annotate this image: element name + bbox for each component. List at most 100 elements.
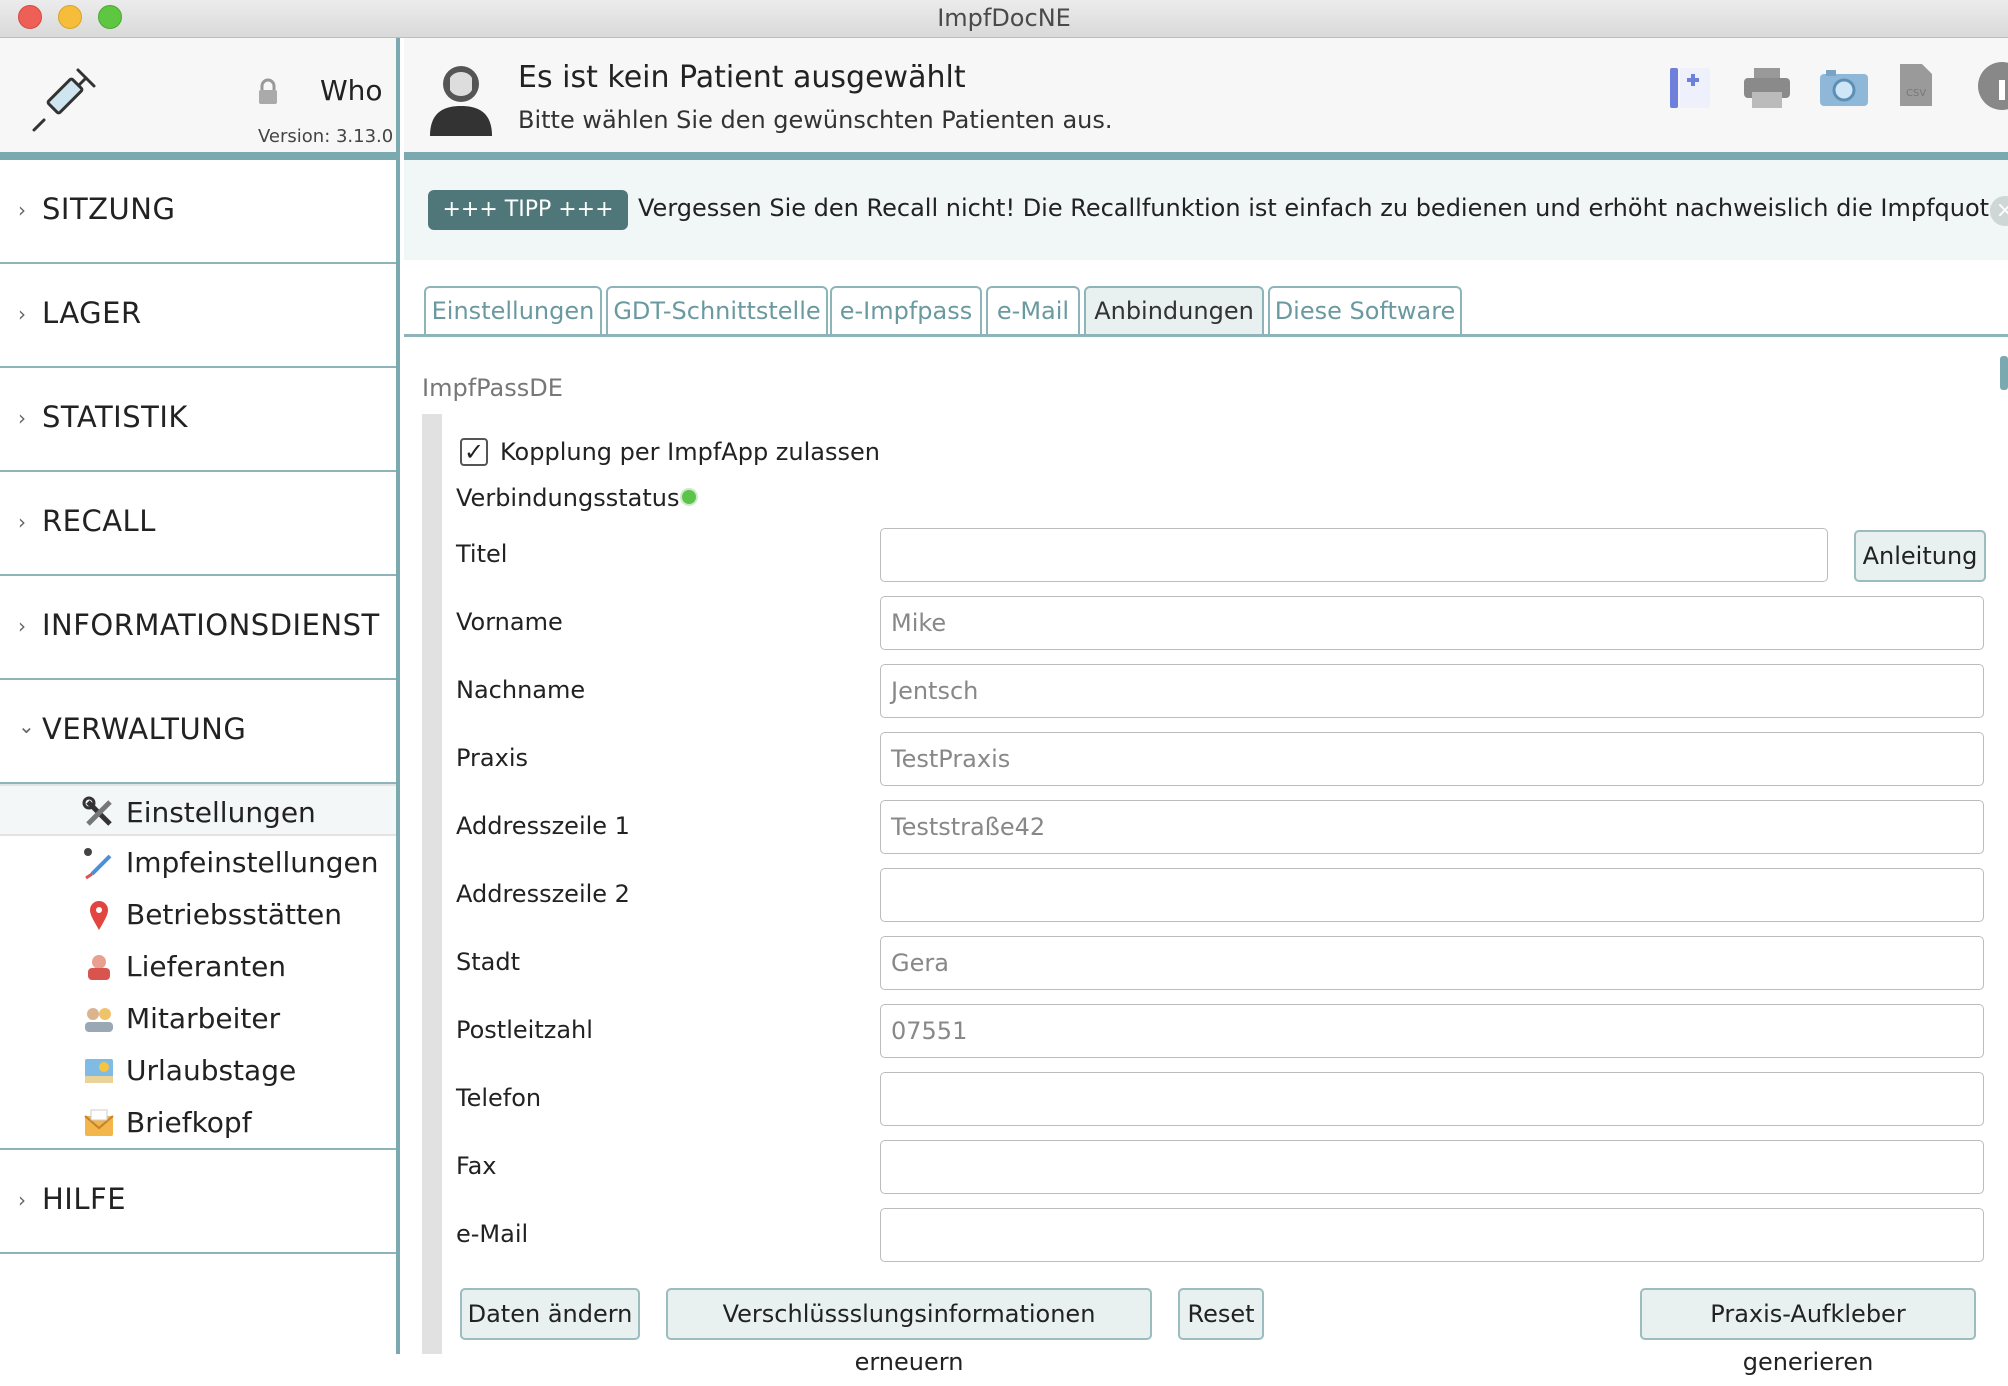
checkbox-label: Kopplung per ImpfApp zulassen bbox=[500, 438, 880, 466]
chevron-right-icon: › bbox=[18, 406, 26, 430]
window-title: ImpfDocNE bbox=[937, 4, 1071, 32]
nav-section-statistik[interactable]: › STATISTIK bbox=[0, 368, 396, 472]
sidebar-item-briefkopf[interactable]: Briefkopf bbox=[0, 1096, 396, 1148]
field-label-stadt: Stadt bbox=[456, 948, 520, 976]
sidebar-item-label: Urlaubstage bbox=[126, 1054, 297, 1087]
sidebar-item-mitarbeiter[interactable]: Mitarbeiter bbox=[0, 992, 396, 1044]
sidebar-item-impfeinstellungen[interactable]: Impfeinstellungen bbox=[0, 836, 396, 888]
nav-section-label: RECALL bbox=[42, 504, 156, 538]
sidebar-item-einstellungen[interactable]: Einstellungen bbox=[0, 784, 396, 836]
tab-e-mail[interactable]: e-Mail bbox=[986, 286, 1080, 336]
field-label-vorname: Vorname bbox=[456, 608, 563, 636]
field-label-addresszeile-1: Addresszeile 1 bbox=[456, 812, 630, 840]
field-label-praxis: Praxis bbox=[456, 744, 528, 772]
syringe-logo-icon bbox=[32, 68, 96, 132]
nav-section-lager[interactable]: › LAGER bbox=[0, 264, 396, 368]
info-icon[interactable] bbox=[1976, 60, 2008, 110]
vorname-field[interactable]: Mike bbox=[880, 596, 1984, 650]
sidebar-item-label: Lieferanten bbox=[126, 950, 287, 983]
praxis-field[interactable]: TestPraxis bbox=[880, 732, 1984, 786]
syringe-settings-icon bbox=[84, 848, 112, 880]
csv-icon[interactable]: CSV bbox=[1898, 62, 1934, 108]
tip-badge: +++ TIPP +++ bbox=[428, 190, 628, 230]
sidebar-item-label: Einstellungen bbox=[126, 796, 316, 829]
nav-section-label: HILFE bbox=[42, 1182, 127, 1216]
location-pin-icon bbox=[90, 901, 108, 930]
camera-icon[interactable] bbox=[1818, 68, 1870, 108]
renew-encryption-button[interactable]: Verschlüssslungsinformationen erneuern bbox=[666, 1288, 1152, 1376]
nav-section-recall[interactable]: › RECALL bbox=[0, 472, 396, 576]
supplier-icon bbox=[88, 955, 110, 980]
nav-section-label: VERWALTUNG bbox=[42, 712, 247, 746]
tab-gdt-schnittstelle[interactable]: GDT-Schnittstelle bbox=[606, 286, 828, 336]
nav-section-sitzung[interactable]: › SITZUNG bbox=[0, 160, 396, 264]
scrollbar-thumb[interactable] bbox=[2000, 356, 2008, 390]
sidebar-item-label: Betriebsstätten bbox=[126, 898, 342, 931]
sidebar-item-label: Impfeinstellungen bbox=[126, 846, 379, 879]
tab-anbindungen[interactable]: Anbindungen bbox=[1084, 286, 1264, 336]
divider bbox=[0, 152, 400, 160]
nav-section-label: SITZUNG bbox=[42, 192, 176, 226]
user-name: Who bbox=[320, 74, 383, 107]
chevron-right-icon: › bbox=[18, 198, 26, 222]
reset-button[interactable]: Reset bbox=[1178, 1288, 1264, 1340]
chevron-right-icon: › bbox=[18, 510, 26, 534]
sidebar-item-urlaubstage[interactable]: Urlaubstage bbox=[0, 1044, 396, 1096]
field-label-titel: Titel bbox=[456, 540, 508, 568]
patient-subtitle: Bitte wählen Sie den gewünschten Patient… bbox=[518, 106, 1113, 134]
tab-underline bbox=[404, 334, 2008, 337]
window-titlebar: ImpfDocNE bbox=[0, 0, 2008, 38]
patient-title: Es ist kein Patient ausgewählt bbox=[518, 60, 966, 95]
version-label: Version: 3.13.0 bbox=[258, 126, 394, 147]
patient-header: Es ist kein Patient ausgewählt Bitte wäh… bbox=[404, 38, 2008, 152]
nav-section-label: INFORMATIONSDIENST bbox=[42, 608, 380, 642]
nav-section-hilfe[interactable]: › HILFE bbox=[0, 1150, 396, 1254]
anleitung-button[interactable]: Anleitung bbox=[1854, 530, 1986, 582]
field-label-fax: Fax bbox=[456, 1152, 497, 1180]
postleitzahl-field[interactable]: 07551 bbox=[880, 1004, 1984, 1058]
staff-icon bbox=[85, 1008, 113, 1032]
brand-area: Who Version: 3.13.0 bbox=[0, 38, 396, 152]
e-mail-field[interactable] bbox=[880, 1208, 1984, 1262]
svg-text:CSV: CSV bbox=[1906, 88, 1926, 99]
sidebar-item-label: Briefkopf bbox=[126, 1106, 252, 1139]
field-label-addresszeile-2: Addresszeile 2 bbox=[456, 880, 630, 908]
addresszeile-2-field[interactable] bbox=[880, 868, 1984, 922]
telefon-field[interactable] bbox=[880, 1072, 1984, 1126]
lock-icon[interactable] bbox=[256, 78, 280, 106]
praxis-aufkleber-button[interactable]: Praxis-Aufkleber generieren bbox=[1640, 1288, 1976, 1376]
divider bbox=[404, 152, 2008, 160]
chevron-down-icon: ⌄ bbox=[18, 714, 35, 738]
nav-section-label: LAGER bbox=[42, 296, 142, 330]
nav-section-informationsdienst[interactable]: › INFORMATIONSDIENST bbox=[0, 576, 396, 680]
section-title: ImpfPassDE bbox=[422, 374, 563, 402]
nachname-field[interactable]: Jentsch bbox=[880, 664, 1984, 718]
sidebar-item-label: Mitarbeiter bbox=[126, 1002, 281, 1035]
field-label-postleitzahl: Postleitzahl bbox=[456, 1016, 593, 1044]
chevron-right-icon: › bbox=[18, 1188, 26, 1212]
vacation-icon bbox=[85, 1059, 113, 1083]
field-label-e-mail: e-Mail bbox=[456, 1220, 529, 1248]
nav-section-label: STATISTIK bbox=[42, 400, 188, 434]
field-label-nachname: Nachname bbox=[456, 676, 586, 704]
sidebar-item-lieferanten[interactable]: Lieferanten bbox=[0, 940, 396, 992]
tab-e-impfpass[interactable]: e-Impfpass bbox=[830, 286, 982, 336]
sidebar-item-betriebsstaetten[interactable]: Betriebsstätten bbox=[0, 888, 396, 940]
new-patient-icon[interactable] bbox=[1666, 64, 1714, 112]
chevron-right-icon: › bbox=[18, 302, 26, 326]
nav-section-verwaltung[interactable]: ⌄ VERWALTUNG bbox=[0, 680, 396, 784]
print-icon[interactable] bbox=[1742, 66, 1792, 110]
addresszeile-1-field[interactable]: Teststraße42 bbox=[880, 800, 1984, 854]
tip-banner: +++ TIPP +++ Vergessen Sie den Recall ni… bbox=[404, 160, 2008, 260]
patient-avatar-icon bbox=[430, 66, 492, 136]
titel-field[interactable] bbox=[880, 528, 1828, 582]
tip-text: Vergessen Sie den Recall nicht! Die Reca… bbox=[638, 194, 2008, 222]
chevron-right-icon: › bbox=[18, 614, 26, 638]
tab-diese-software[interactable]: Diese Software bbox=[1268, 286, 1462, 336]
fax-field[interactable] bbox=[880, 1140, 1984, 1194]
tab-einstellungen[interactable]: Einstellungen bbox=[424, 286, 602, 336]
stadt-field[interactable]: Gera bbox=[880, 936, 1984, 990]
status-indicator bbox=[682, 490, 696, 504]
daten-aendern-button[interactable]: Daten ändern bbox=[460, 1288, 640, 1340]
coupling-checkbox[interactable]: ✓ bbox=[460, 438, 488, 466]
